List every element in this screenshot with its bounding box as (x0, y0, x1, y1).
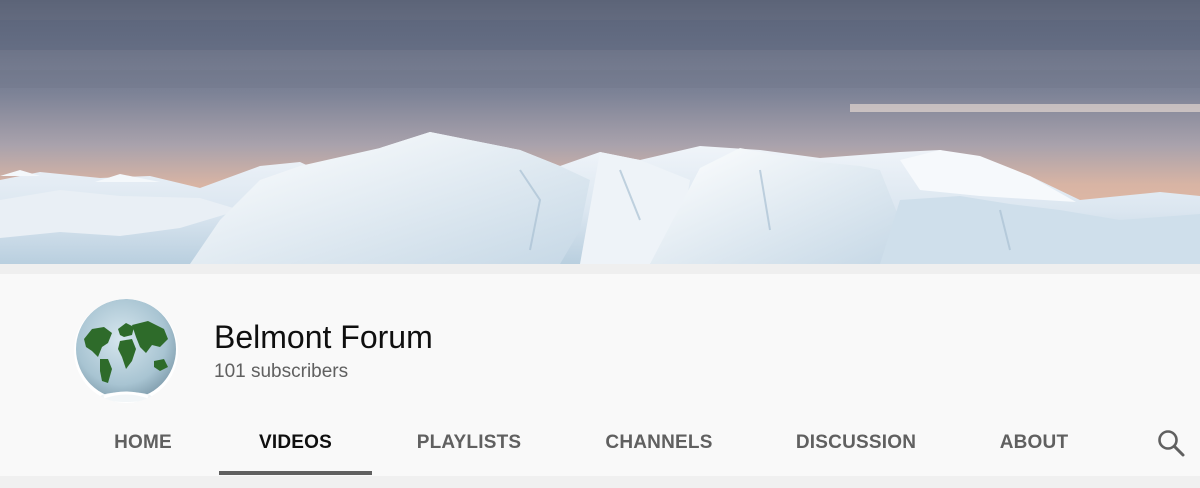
content-divider (0, 476, 1200, 488)
tab-discussion[interactable]: DISCUSSION (792, 420, 920, 476)
channel-banner (0, 0, 1200, 264)
iceberg-banner-image (0, 0, 1200, 264)
tab-channels[interactable]: CHANNELS (600, 420, 718, 476)
globe-logo-icon (74, 299, 178, 403)
banner-divider (0, 264, 1200, 274)
channel-tabs: HOME VIDEOS PLAYLISTS CHANNELS DISCUSSIO… (0, 420, 1200, 476)
tab-about[interactable]: ABOUT (996, 420, 1072, 476)
channel-name: Belmont Forum (214, 319, 433, 355)
subscriber-count: 101 subscribers (214, 361, 349, 382)
channel-avatar[interactable] (74, 299, 178, 403)
tab-playlists[interactable]: PLAYLISTS (412, 420, 526, 476)
search-button[interactable] (1156, 428, 1186, 458)
tab-home[interactable]: HOME (110, 420, 176, 476)
search-icon (1158, 430, 1185, 457)
tab-videos[interactable]: VIDEOS (219, 420, 372, 476)
